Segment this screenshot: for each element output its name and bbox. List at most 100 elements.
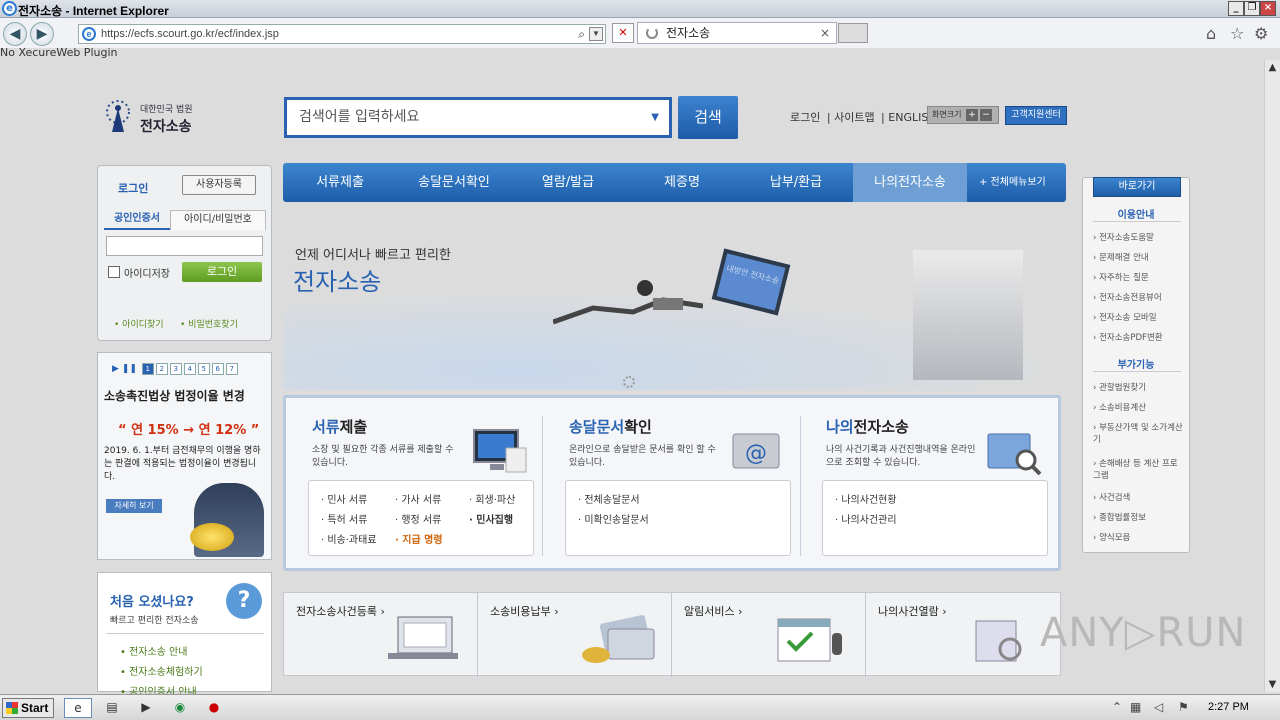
service-link[interactable]: · 미확인송달문서 bbox=[578, 511, 649, 526]
new-tab-button[interactable] bbox=[838, 23, 868, 43]
gear-icon[interactable]: ⚙ bbox=[1254, 24, 1268, 43]
search-input[interactable]: 검색어를 입력하세요 ▼ bbox=[284, 97, 672, 138]
credit-card-icon bbox=[582, 615, 655, 663]
nav-item[interactable]: 제증명 bbox=[625, 163, 739, 202]
quick-link[interactable]: › 손해배상 등 계산 프로그램 bbox=[1093, 458, 1185, 482]
font-minus-button[interactable]: − bbox=[980, 109, 992, 121]
service-link[interactable]: · 가사 서류 bbox=[395, 491, 441, 506]
site-logo[interactable]: 대한민국 법원 전자소송 bbox=[100, 98, 220, 138]
quick-link[interactable]: › 사건검색 bbox=[1093, 492, 1185, 504]
quick-link[interactable]: › 문제해결 안내 bbox=[1093, 252, 1185, 264]
tile-cost-payment[interactable]: 소송비용납부 › bbox=[478, 593, 672, 677]
search-dropdown-icon[interactable]: ▼ bbox=[651, 100, 659, 135]
scroll-down-icon[interactable]: ▼ bbox=[1265, 679, 1280, 690]
first-visit-link[interactable]: • 전자소송 안내 bbox=[120, 643, 187, 658]
sitemap-link[interactable]: 사이트맵 bbox=[834, 111, 874, 124]
search-icon[interactable]: ⌕ bbox=[578, 25, 585, 43]
service-link[interactable]: · 비송·과태료 bbox=[321, 531, 377, 546]
service-delivery-check[interactable]: 송달문서확인 온라인으로 송달받은 문서를 확인 할 수 있습니다. @ · 전… bbox=[551, 412, 795, 562]
clock[interactable]: 2:27 PM bbox=[1208, 701, 1249, 713]
nav-item-active[interactable]: 나의전자소송 bbox=[853, 163, 967, 202]
service-link-highlight[interactable]: · 지급 명령 bbox=[395, 531, 443, 546]
service-link[interactable]: · 특허 서류 bbox=[321, 511, 367, 526]
service-link[interactable]: · 행정 서류 bbox=[395, 511, 441, 526]
volume-icon[interactable]: ◁ bbox=[1154, 700, 1163, 714]
maximize-button[interactable]: ❐ bbox=[1244, 1, 1260, 16]
close-button[interactable]: × bbox=[1260, 1, 1276, 16]
service-link[interactable]: · 전체송달문서 bbox=[578, 491, 640, 506]
tile-notification[interactable]: 알림서비스 › bbox=[672, 593, 866, 677]
register-button[interactable]: 사용자등록 bbox=[182, 175, 256, 195]
banner-page-button[interactable]: 6 bbox=[211, 363, 224, 375]
banner-page-button[interactable]: 1 bbox=[141, 363, 154, 375]
certificate-input[interactable] bbox=[106, 236, 263, 256]
back-icon[interactable]: ◀ bbox=[3, 22, 27, 46]
tile-case-register[interactable]: 전자소송사건등록 › bbox=[284, 593, 478, 677]
scroll-up-icon[interactable]: ▲ bbox=[1265, 62, 1280, 73]
chrome-taskbar-icon[interactable]: ◉ bbox=[166, 698, 194, 718]
divider bbox=[106, 633, 264, 634]
find-id-link[interactable]: • 아이디찾기 bbox=[114, 317, 164, 330]
service-link[interactable]: · 나의사건관리 bbox=[835, 511, 897, 526]
font-plus-button[interactable]: + bbox=[966, 109, 978, 121]
service-link[interactable]: · 나의사건현황 bbox=[835, 491, 897, 506]
banner-page-button[interactable]: 5 bbox=[197, 363, 210, 375]
quick-link[interactable]: › 전자소송전용뷰어 bbox=[1093, 292, 1185, 304]
service-link[interactable]: · 회생·파산 bbox=[469, 491, 515, 506]
banner-page-button[interactable]: 7 bbox=[225, 363, 238, 375]
address-dropdown-icon[interactable]: ▼ bbox=[589, 27, 603, 41]
explorer-taskbar-icon[interactable]: ▤ bbox=[98, 698, 126, 718]
login-link[interactable]: 로그인 bbox=[790, 111, 820, 124]
banner-page-button[interactable]: 4 bbox=[183, 363, 196, 375]
play-icon[interactable]: ▶ bbox=[112, 364, 119, 374]
quick-link[interactable]: › 자주하는 질문 bbox=[1093, 272, 1185, 284]
tray-expand-icon[interactable]: ⌃ bbox=[1112, 700, 1122, 714]
first-visit-link[interactable]: • 전자소송체험하기 bbox=[120, 663, 203, 678]
home-icon[interactable]: ⌂ bbox=[1206, 24, 1216, 43]
quick-menu-title[interactable]: 바로가기 bbox=[1093, 177, 1181, 197]
pause-icon[interactable]: ❚❚ bbox=[122, 364, 137, 374]
service-my-ecase[interactable]: 나의전자소송 나의 사건기록과 사건진행내역을 온라인으로 조회할 수 있습니다… bbox=[808, 412, 1052, 562]
start-button[interactable]: Start bbox=[2, 698, 54, 718]
stop-button[interactable]: ✕ bbox=[612, 23, 634, 43]
vertical-scrollbar[interactable]: ▲ ▼ bbox=[1264, 60, 1280, 692]
nav-item[interactable]: 서류제출 bbox=[283, 163, 397, 202]
nav-item[interactable]: 납부/환급 bbox=[739, 163, 853, 202]
media-taskbar-icon[interactable]: ▶ bbox=[132, 698, 160, 718]
find-password-link[interactable]: • 비밀번호찾기 bbox=[180, 317, 238, 330]
quick-link[interactable]: › 부동산가액 및 소가계산기 bbox=[1093, 422, 1185, 446]
service-link[interactable]: · 민사 서류 bbox=[321, 491, 367, 506]
security-taskbar-icon[interactable]: ● bbox=[200, 698, 228, 718]
forward-icon[interactable]: ▶ bbox=[30, 22, 54, 46]
favorites-icon[interactable]: ☆ bbox=[1230, 24, 1244, 43]
all-menu-link[interactable]: + 전체메뉴보기 bbox=[979, 163, 1046, 202]
search-button[interactable]: 검색 bbox=[678, 96, 738, 139]
service-link[interactable]: · 민사집행 bbox=[469, 511, 513, 526]
save-id-checkbox[interactable] bbox=[108, 266, 120, 278]
quick-link[interactable]: › 종합법률정보 bbox=[1093, 512, 1185, 524]
banner-page-button[interactable]: 3 bbox=[169, 363, 182, 375]
quick-link[interactable]: › 전자소송 모바일 bbox=[1093, 312, 1185, 324]
tab-close-icon[interactable]: × bbox=[820, 23, 830, 43]
tab-certificate[interactable]: 공인인증서 bbox=[104, 210, 170, 230]
quick-link[interactable]: › 양식모음 bbox=[1093, 532, 1185, 544]
flag-icon[interactable]: ⚑ bbox=[1178, 700, 1189, 714]
tile-case-view[interactable]: 나의사건열람 › bbox=[866, 593, 1060, 677]
ie-taskbar-icon[interactable]: e bbox=[64, 698, 92, 718]
minimize-button[interactable]: _ bbox=[1228, 1, 1244, 16]
banner-page-button[interactable]: 2 bbox=[155, 363, 168, 375]
help-center-button[interactable]: 고객지원센터 bbox=[1005, 106, 1067, 125]
service-document-submission[interactable]: 서류제출 소장 및 필요한 각종 서류를 제출할 수 있습니다. · 민사 서류… bbox=[294, 412, 538, 562]
login-button[interactable]: 로그인 bbox=[182, 262, 262, 282]
nav-item[interactable]: 송달문서확인 bbox=[397, 163, 511, 202]
nav-item[interactable]: 열람/발급 bbox=[511, 163, 625, 202]
quick-link[interactable]: › 관할법원찾기 bbox=[1093, 382, 1185, 394]
notice-more-button[interactable]: 자세히 보기 bbox=[106, 499, 162, 513]
quick-link[interactable]: › 소송비용계산 bbox=[1093, 402, 1185, 414]
tab-id-password[interactable]: 아이디/비밀번호 bbox=[170, 210, 266, 230]
network-icon[interactable]: ▦ bbox=[1130, 700, 1141, 714]
quick-link[interactable]: › 전자소송도움말 bbox=[1093, 232, 1185, 244]
quick-link[interactable]: › 전자소송PDF변환 bbox=[1093, 332, 1185, 344]
browser-tab[interactable]: 전자소송 × bbox=[637, 22, 837, 44]
address-bar[interactable]: e https://ecfs.scourt.go.kr/ecf/index.js… bbox=[78, 24, 606, 44]
